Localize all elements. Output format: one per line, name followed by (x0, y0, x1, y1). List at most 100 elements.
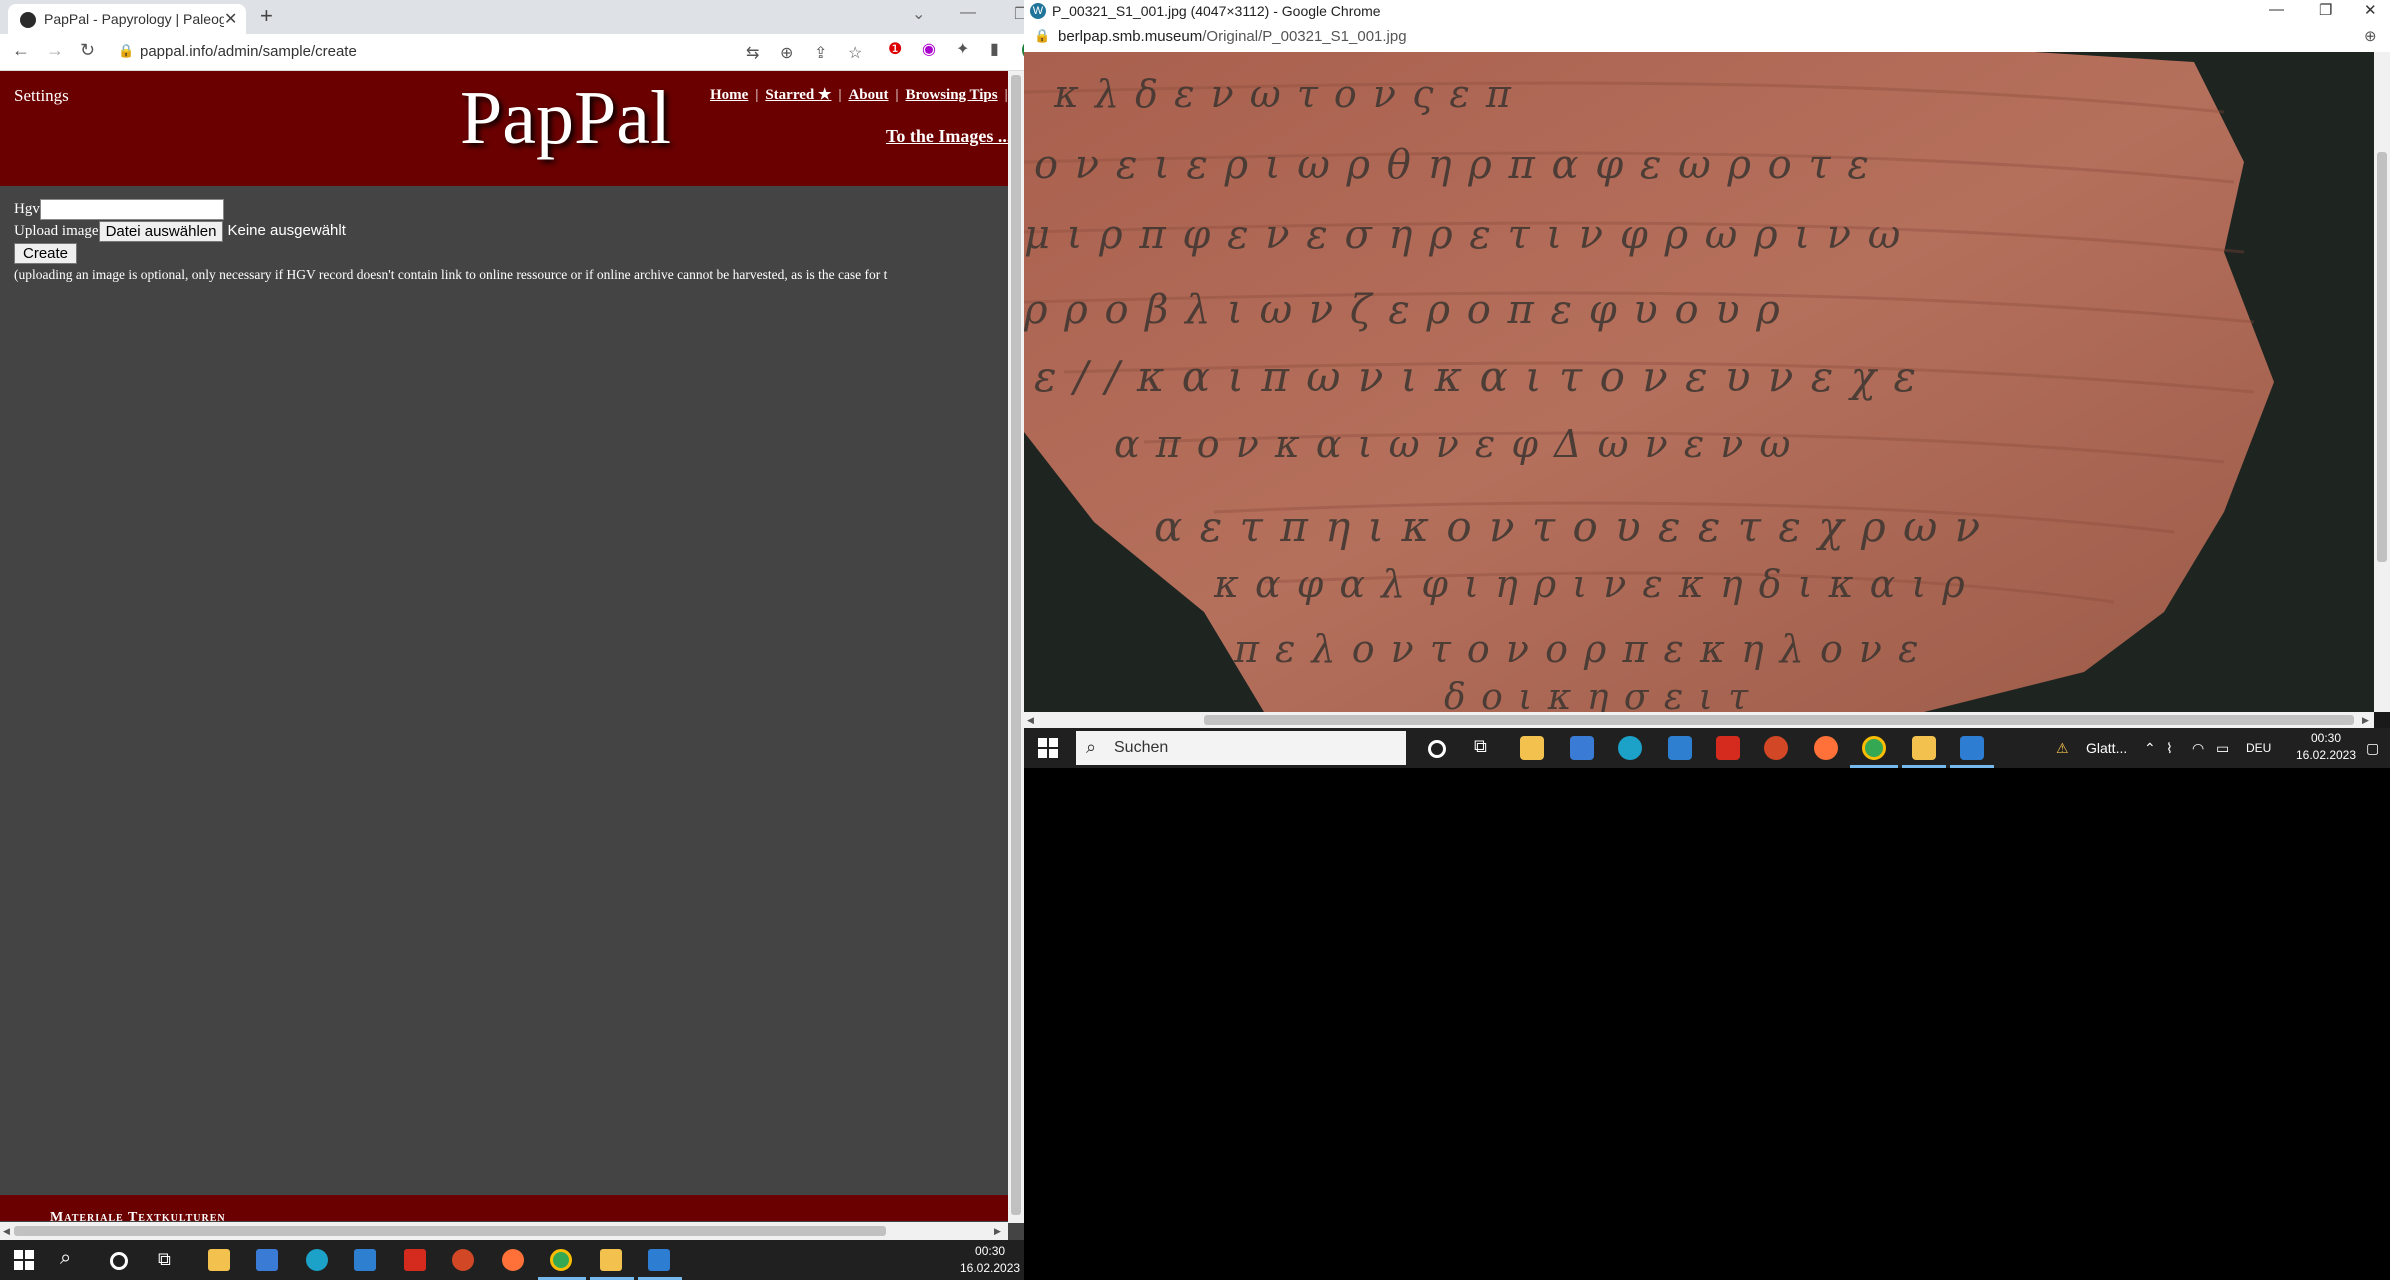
scroll-left-icon[interactable]: ◀ (3, 1226, 10, 1237)
upload-label: Upload image (14, 222, 99, 239)
chrome-icon[interactable] (1862, 736, 1886, 760)
scroll-right-icon[interactable]: ▶ (994, 1226, 1001, 1237)
photos-icon[interactable] (648, 1249, 670, 1271)
notes-icon[interactable] (1912, 736, 1936, 760)
forward-icon[interactable]: → (46, 40, 64, 61)
photos-icon[interactable] (1960, 736, 1984, 760)
notification-icon[interactable]: ▢ (2366, 740, 2379, 757)
site-footer: Materiale Textkulturen (0, 1195, 1010, 1225)
vertical-scrollbar[interactable] (1008, 71, 1024, 1223)
taskbar-clock[interactable]: 00:30 16.02.2023 (2286, 730, 2366, 764)
tray-chevron-icon[interactable]: ⌃ (2144, 740, 2156, 757)
acrobat-icon[interactable] (1716, 736, 1740, 760)
file-explorer-icon[interactable] (208, 1249, 230, 1271)
new-tab-icon[interactable]: + (260, 3, 273, 29)
weather-text[interactable]: Glatt... (2086, 740, 2127, 756)
nav-browsing-tips[interactable]: Browsing Tips (905, 87, 997, 103)
bookmark-star-icon[interactable]: ☆ (848, 43, 862, 63)
task-view-icon[interactable]: ⧉ (1474, 736, 1498, 760)
taskbar-clock[interactable]: 00:30 16.02.2023 (960, 1243, 1020, 1277)
side-panel-icon[interactable]: ▮ (990, 39, 999, 59)
zoom-icon[interactable]: ⊕ (2364, 27, 2377, 45)
mail-icon[interactable] (1668, 736, 1692, 760)
wifi-icon[interactable]: ◠ (2192, 740, 2204, 757)
create-button[interactable]: Create (14, 243, 78, 264)
extensions-puzzle-icon[interactable]: ✦ (956, 39, 969, 59)
no-file-text: Keine ausgewählt (227, 221, 346, 239)
extension-icon[interactable]: ❶ (888, 39, 902, 59)
nav-starred[interactable]: Starred ★ (765, 87, 831, 103)
clock-time: 00:30 (2310, 731, 2342, 745)
weather-warning-icon[interactable]: ⚠ (2056, 740, 2069, 757)
reload-icon[interactable]: ↻ (80, 40, 95, 61)
store-icon[interactable] (1570, 736, 1594, 760)
notes-icon[interactable] (600, 1249, 622, 1271)
choose-file-button[interactable]: Datei auswählen (98, 221, 224, 242)
horizontal-scrollbar[interactable]: ◀ ▶ (1024, 712, 2374, 728)
scrollbar-thumb[interactable] (1204, 715, 2354, 725)
to-the-images-link[interactable]: To the Images ... (886, 126, 1010, 147)
site-logo[interactable]: PapPal (460, 75, 671, 162)
extension-icon[interactable]: ◉ (922, 39, 936, 59)
address-url: pappal.info/admin/sample/create (140, 43, 357, 60)
nav-home[interactable]: Home (710, 87, 748, 103)
battery-icon[interactable]: ▭ (2216, 740, 2229, 757)
scrollbar-thumb[interactable] (1011, 75, 1021, 1215)
firefox-icon[interactable] (1814, 736, 1838, 760)
vertical-scrollbar[interactable] (2374, 52, 2390, 712)
address-bar[interactable]: 🔒 pappal.info/admin/sample/create ⇆ ⊕ ⇪ … (108, 38, 988, 66)
search-placeholder: Suchen (1114, 739, 1169, 756)
network-icon[interactable]: ⌇ (2166, 740, 2173, 757)
search-icon[interactable]: ⌕ (60, 1247, 82, 1269)
window-title: P_00321_S1_001.jpg (4047×3112) - Google … (1052, 3, 1381, 19)
tab-search-icon[interactable]: ⌄ (912, 4, 925, 24)
restore-icon[interactable]: ❐ (2319, 1, 2332, 19)
search-icon: ⌕ (1086, 737, 1097, 757)
acrobat-icon[interactable] (404, 1249, 426, 1271)
scrollbar-thumb[interactable] (2377, 152, 2387, 562)
browser-tab[interactable]: PapPal - Papyrology | Paleograph ✕ (8, 4, 246, 34)
windows-start-icon[interactable] (1038, 738, 1058, 758)
powerpoint-icon[interactable] (1764, 736, 1788, 760)
site-header: Settings PapPal Home | Starred ★ | About | Bro… (0, 71, 1010, 186)
nav-about[interactable]: About (848, 87, 888, 103)
close-tab-icon[interactable]: ✕ (224, 9, 237, 29)
mail-icon[interactable] (354, 1249, 376, 1271)
zoom-icon[interactable]: ⊕ (780, 43, 793, 63)
scrollbar-thumb[interactable] (14, 1226, 886, 1236)
horizontal-scrollbar[interactable]: ◀ ▶ (0, 1222, 1008, 1240)
close-icon[interactable]: ✕ (2364, 1, 2377, 19)
edge-icon[interactable] (1618, 736, 1642, 760)
cortana-icon[interactable] (1428, 740, 1446, 758)
store-icon[interactable] (256, 1249, 278, 1271)
powerpoint-icon[interactable] (452, 1249, 474, 1271)
file-explorer-icon[interactable] (1520, 736, 1544, 760)
taskbar-search-box[interactable]: ⌕ Suchen (1076, 731, 1406, 765)
ostracon-image: κ λ δ ε ν ω τ ο ν ς ε π ο ν ε ι ε ρ ι ω … (1024, 52, 2374, 712)
windows-start-icon[interactable] (14, 1250, 34, 1270)
translate-icon[interactable]: ⇆ (746, 43, 759, 63)
task-view-icon[interactable]: ⧉ (158, 1249, 180, 1271)
language-indicator[interactable]: DEU (2246, 741, 2271, 755)
share-icon[interactable]: ⇪ (814, 43, 827, 63)
edge-icon[interactable] (306, 1249, 328, 1271)
settings-link[interactable]: Settings (14, 86, 69, 106)
secondary-taskbar: ⌕ Suchen ⧉ ⚠ Glatt... ⌃ ⌇ ◠ ▭ DEU 00:30 … (1024, 728, 2390, 768)
clock-date: 16.02.2023 (2295, 748, 2357, 762)
back-icon[interactable]: ← (12, 40, 30, 61)
firefox-icon[interactable] (502, 1249, 524, 1271)
scroll-right-icon[interactable]: ▶ (2362, 715, 2369, 726)
lock-icon: 🔒 (118, 43, 135, 58)
address-url: berlpap.smb.museum/Original/P_00321_S1_0… (1058, 28, 1407, 45)
hgv-input[interactable] (39, 199, 224, 220)
restore-icon[interactable]: ❐ (1014, 4, 1024, 24)
minimize-icon[interactable]: — (2269, 1, 2284, 18)
chrome-running-indicator (1850, 765, 1898, 768)
scroll-left-icon[interactable]: ◀ (1027, 715, 1034, 726)
cortana-icon[interactable] (110, 1252, 128, 1270)
minimize-icon[interactable]: — (960, 4, 976, 22)
app-running-indicator (1950, 765, 1994, 768)
address-bar[interactable]: 🔒 berlpap.smb.museum/Original/P_00321_S1… (1024, 22, 2390, 52)
left-browser-window: PapPal - Papyrology | Paleograph ✕ + ⌄ —… (0, 0, 1024, 1240)
chrome-icon[interactable] (550, 1249, 572, 1271)
